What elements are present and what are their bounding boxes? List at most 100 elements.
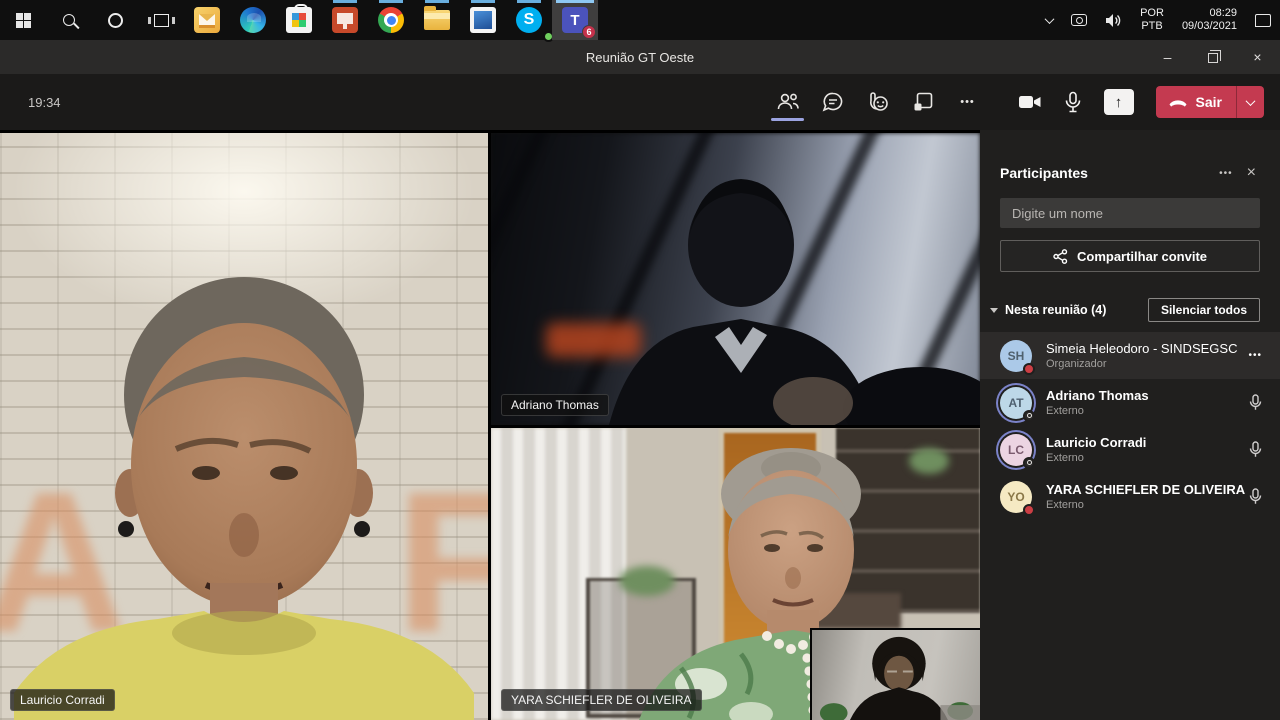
share-invite-button[interactable]: Compartilhar convite (1000, 240, 1260, 272)
avatar-initials: LC (1008, 443, 1024, 457)
active-app-indicator (556, 0, 594, 3)
participant-info: Adriano Thomas Externo (1046, 387, 1249, 418)
self-view-pip[interactable] (810, 628, 980, 720)
task-view-button[interactable] (138, 0, 184, 40)
video-tile-adriano[interactable]: Adriano Thomas (491, 133, 980, 425)
section-collapse-icon[interactable] (990, 308, 998, 313)
camera-toggle-button[interactable] (1018, 93, 1042, 111)
participant-row-adriano[interactable]: AT Adriano Thomas Externo (980, 379, 1280, 426)
more-icon: ••• (960, 96, 975, 108)
edge-icon (240, 7, 266, 33)
restore-button[interactable] (1190, 40, 1235, 74)
participant-row-simeia[interactable]: SH Simeia Heleodoro - SINDSEGSC Organiza… (980, 332, 1280, 379)
status-busy-icon (1023, 363, 1035, 375)
mic-toggle-button[interactable] (1064, 91, 1082, 113)
close-button[interactable]: × (1235, 40, 1280, 74)
person-video-adriano (491, 133, 980, 425)
language-code: POR (1140, 7, 1164, 20)
panel-close-button[interactable]: × (1241, 162, 1262, 184)
volume-button[interactable] (1096, 0, 1131, 40)
participants-toggle-button[interactable] (765, 74, 810, 130)
participant-name: YARA SCHIEFLER DE OLIVEIRA (1046, 481, 1249, 498)
taskbar-edge-button[interactable] (230, 0, 276, 40)
window-controls: – × (1145, 40, 1280, 74)
panel-more-button[interactable]: ••• (1211, 164, 1241, 183)
participant-info: Lauricio Corradi Externo (1046, 434, 1249, 465)
cortana-icon (108, 13, 123, 28)
participant-name: Simeia Heleodoro - SINDSEGSC (1046, 340, 1248, 357)
participant-row-yara[interactable]: YO YARA SCHIEFLER DE OLIVEIRA Externo (980, 473, 1280, 520)
participant-mic-button[interactable] (1249, 441, 1262, 458)
avatar-initials: SH (1008, 349, 1025, 363)
hangup-icon (1168, 98, 1188, 107)
avatar: LC (1000, 434, 1032, 466)
language-indicator[interactable]: PORPTB (1131, 0, 1173, 40)
taskbar-explorer-button[interactable] (414, 0, 460, 40)
windows-taskbar: S T6 PORPTB 08:2909/03/2021 (0, 0, 1280, 40)
clock[interactable]: 08:2909/03/2021 (1173, 0, 1246, 40)
avatar: AT (1000, 387, 1032, 419)
taskbar-powerpoint-button[interactable] (322, 0, 368, 40)
taskbar-store-button[interactable] (276, 0, 322, 40)
leave-split-button: Sair (1156, 86, 1264, 118)
breakout-rooms-button[interactable] (900, 74, 945, 130)
share-invite-label: Compartilhar convite (1077, 249, 1207, 264)
section-label: Nesta reunião (4) (1005, 303, 1148, 317)
participant-role: Externo (1046, 404, 1249, 418)
share-nodes-icon (1053, 249, 1068, 264)
start-button[interactable] (0, 0, 46, 40)
mic-icon (1249, 441, 1262, 458)
chat-button[interactable] (810, 74, 855, 130)
toolbar-right-controls: ↑ Sair (1018, 74, 1264, 130)
store-icon (286, 7, 312, 33)
taskbar-chrome-button[interactable] (368, 0, 414, 40)
chevron-icon (1045, 14, 1055, 24)
open-app-indicator (471, 0, 495, 3)
taskbar-search-button[interactable] (46, 0, 92, 40)
taskbar-teams-button[interactable]: T6 (552, 0, 598, 40)
action-center-button[interactable] (1246, 0, 1280, 40)
cortana-button[interactable] (92, 0, 138, 40)
participant-row-lauricio[interactable]: LC Lauricio Corradi Externo (980, 426, 1280, 473)
powerpoint-icon (332, 7, 358, 33)
video-name-label: Adriano Thomas (501, 394, 609, 416)
search-input[interactable] (1000, 198, 1260, 228)
video-name-label: Lauricio Corradi (10, 689, 115, 711)
status-unknown-icon (1023, 410, 1035, 422)
taskbar-skype-button[interactable]: S (506, 0, 552, 40)
leave-button[interactable]: Sair (1156, 86, 1236, 118)
share-up-arrow-icon: ↑ (1115, 94, 1123, 111)
participant-mic-button[interactable] (1249, 488, 1262, 505)
chevron-down-icon (1246, 96, 1256, 106)
outlook-icon (194, 7, 220, 33)
meet-now-button[interactable] (1062, 0, 1096, 40)
leave-options-button[interactable] (1236, 86, 1264, 118)
keyboard-layout: PTB (1140, 20, 1164, 33)
search-icon (63, 14, 75, 26)
close-icon: × (1253, 49, 1261, 65)
mute-all-button[interactable]: Silenciar todos (1148, 298, 1260, 322)
minimize-button[interactable]: – (1145, 40, 1190, 74)
participant-role: Organizador (1046, 357, 1248, 371)
tray-date: 09/03/2021 (1182, 20, 1237, 33)
meeting-toolbar: 19:34 ••• ↑ (0, 74, 1280, 130)
taskbar-photos-button[interactable] (460, 0, 506, 40)
participant-more-button[interactable]: ••• (1248, 350, 1262, 361)
more-actions-button[interactable]: ••• (945, 74, 990, 130)
status-busy-icon (1023, 504, 1035, 516)
show-hidden-icons-button[interactable] (1037, 0, 1062, 40)
taskbar-outlook-button[interactable] (184, 0, 230, 40)
panel-title: Participantes (1000, 165, 1211, 181)
meeting-section-header: Nesta reunião (4) Silenciar todos (990, 298, 1260, 322)
open-app-indicator (333, 0, 357, 3)
avatar-initials: AT (1008, 396, 1023, 410)
share-content-button[interactable]: ↑ (1104, 89, 1134, 115)
taskbar-spacer (598, 0, 1037, 40)
video-tile-yara[interactable]: YARA SCHIEFLER DE OLIVEIRA (491, 428, 980, 720)
reactions-button[interactable] (855, 74, 900, 130)
task-view-icon (154, 14, 169, 27)
chat-icon (822, 92, 844, 112)
restore-icon (1208, 53, 1218, 63)
video-tile-lauricio[interactable]: A F (0, 133, 488, 720)
participant-mic-button[interactable] (1249, 394, 1262, 411)
